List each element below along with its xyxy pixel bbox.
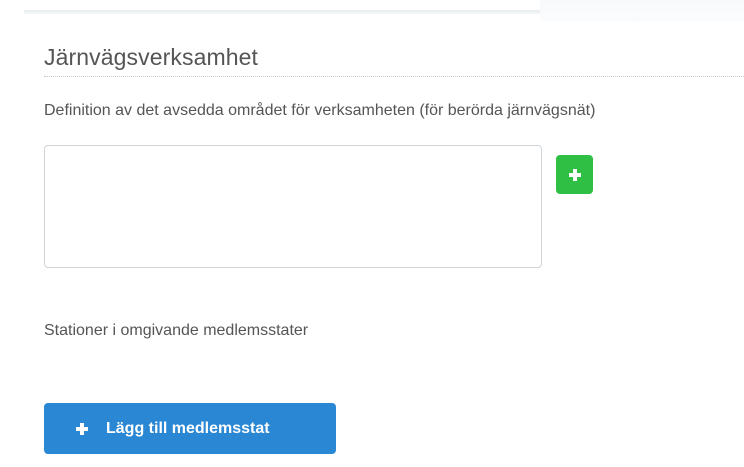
add-member-state-button-content: Lägg till medlemsstat [76, 403, 270, 454]
add-member-state-button[interactable]: Lägg till medlemsstat [44, 403, 336, 454]
definition-label: Definition av det avsedda området för ve… [44, 102, 596, 119]
definition-textarea[interactable] [44, 145, 542, 268]
top-faded-region [540, 0, 744, 22]
add-definition-button[interactable] [556, 155, 593, 194]
section-title: Järnvägsverksamhet [44, 44, 258, 70]
railway-operations-form: Järnvägsverksamhet Definition av det avs… [0, 0, 744, 467]
plus-icon [76, 422, 88, 435]
plus-icon [568, 168, 581, 181]
add-member-state-label: Lägg till medlemsstat [106, 419, 270, 437]
section-divider [44, 76, 744, 77]
stations-label: Stationer i omgivande medlemsstater [44, 322, 309, 339]
